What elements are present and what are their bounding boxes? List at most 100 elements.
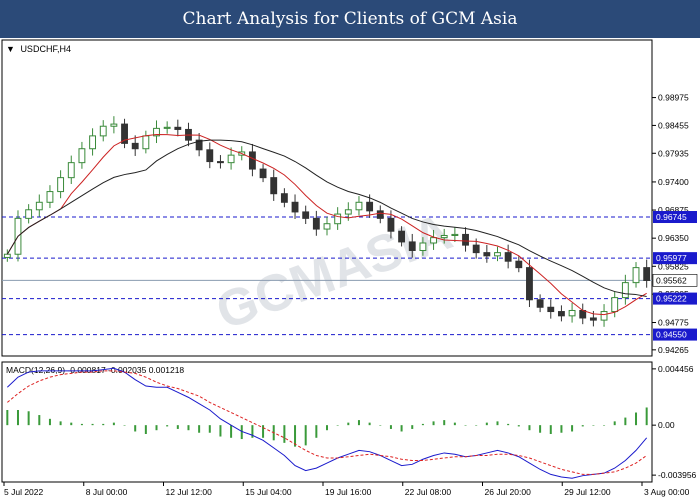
macd-hist-bar: [176, 425, 179, 429]
x-tick-label: 5 Jul 2022: [4, 487, 43, 497]
x-tick-label: 15 Jul 04:00: [245, 487, 292, 497]
level-label: 0.95222: [656, 294, 687, 304]
macd-hist-bar: [80, 423, 83, 426]
candle-body: [89, 135, 97, 150]
macd-hist-bar: [16, 410, 19, 426]
candle-body: [248, 151, 256, 170]
y-tick-label: 0.97935: [658, 148, 689, 158]
candle-body: [632, 267, 640, 284]
candle-body: [536, 299, 544, 308]
level-label: 0.96745: [656, 212, 687, 222]
x-tick-label: 29 Jul 12:00: [564, 487, 611, 497]
x-tick-label: 19 Jul 16:00: [325, 487, 372, 497]
current-price-label: 0.95562: [656, 275, 687, 285]
candle-body: [291, 201, 299, 213]
macd-hist-bar: [144, 425, 147, 434]
candle-body: [557, 311, 565, 317]
macd-hist-bar: [91, 423, 94, 426]
macd-y-tick-label: 0.00: [658, 420, 675, 430]
candle-body: [323, 223, 331, 230]
macd-hist-bar: [112, 422, 115, 426]
macd-hist-bar: [198, 425, 201, 433]
candle-body: [568, 309, 576, 317]
macd-hist-bar: [155, 425, 158, 431]
candle-body: [355, 201, 363, 211]
macd-y-tick-label: -0.003956: [658, 470, 697, 480]
macd-hist-bar: [70, 422, 73, 426]
macd-hist-bar: [347, 422, 350, 426]
macd-hist-bar: [336, 425, 339, 426]
macd-hist-bar: [208, 425, 211, 433]
candle-body: [430, 237, 437, 244]
macd-hist-bar: [166, 425, 169, 427]
macd-hist-bar: [59, 421, 62, 426]
macd-hist-bar: [102, 423, 105, 426]
candle-body: [600, 311, 608, 321]
candle-body: [472, 244, 480, 254]
macd-hist-bar: [475, 425, 478, 426]
macd-hist-bar: [304, 425, 307, 446]
macd-hist-bar: [571, 425, 574, 432]
macd-hist-bar: [48, 418, 51, 426]
y-tick-label: 0.97400: [658, 177, 689, 187]
candle-body: [3, 253, 11, 258]
candle-body: [67, 162, 75, 179]
candle-body: [526, 267, 533, 301]
macd-hist-bar: [517, 425, 520, 427]
macd-hist-bar: [368, 422, 371, 426]
candle-body: [462, 233, 469, 246]
macd-hist-bar: [581, 425, 584, 427]
macd-hist-bar: [38, 415, 41, 426]
macd-hist-bar: [262, 425, 265, 438]
candle-body: [398, 230, 406, 243]
macd-hist-bar: [421, 423, 424, 426]
candle-body: [376, 210, 384, 219]
macd-hist-bar: [592, 425, 595, 426]
collapse-icon[interactable]: ▼: [6, 44, 15, 54]
macd-hist-bar: [496, 421, 499, 426]
candle-body: [419, 242, 427, 251]
macd-hist-bar: [624, 417, 627, 426]
macd-title: MACD(12,26,9) -0.000817 -0.002035 0.0012…: [6, 365, 184, 375]
macd-hist-bar: [539, 425, 542, 433]
macd-hist-bar: [464, 425, 467, 426]
candle-body: [504, 252, 512, 262]
candle-body: [142, 135, 150, 150]
candle-body: [163, 126, 171, 129]
candle-body: [302, 211, 310, 219]
macd-hist-bar: [613, 421, 616, 426]
candle-body: [217, 161, 224, 164]
page-title: Chart Analysis for Clients of GCM Asia: [0, 0, 700, 38]
candle-body: [280, 193, 288, 203]
macd-hist-bar: [528, 425, 531, 431]
candle-body: [344, 209, 352, 215]
macd-hist-bar: [411, 425, 414, 429]
macd-hist-bar: [549, 425, 552, 434]
macd-hist-bar: [603, 425, 606, 426]
candle-body: [174, 126, 182, 130]
candle-body: [227, 154, 235, 164]
macd-hist-bar: [357, 420, 360, 426]
candle-body: [643, 267, 651, 281]
y-tick-label: 0.94775: [658, 318, 689, 328]
y-tick-label: 0.94265: [658, 345, 689, 355]
candle-body: [35, 201, 43, 211]
symbol-label: ▼ USDCHF,H4: [6, 44, 71, 54]
level-label: 0.95977: [656, 253, 687, 263]
x-tick-label: 22 Jul 08:00: [405, 487, 452, 497]
macd-hist-bar: [453, 422, 456, 426]
candle-body: [312, 217, 320, 230]
macd-hist-bar: [219, 425, 222, 437]
candle-body: [408, 241, 416, 251]
macd-y-tick-label: 0.004456: [658, 364, 694, 374]
candle-body: [270, 177, 278, 195]
macd-hist-bar: [389, 425, 392, 429]
macd-hist-bar: [230, 425, 233, 438]
macd-hist-bar: [400, 425, 403, 432]
macd-hist-bar: [485, 422, 488, 426]
candle-body: [57, 177, 65, 193]
macd-hist-bar: [507, 423, 510, 426]
candle-body: [483, 252, 491, 257]
candle-body: [440, 234, 448, 239]
level-label: 0.94550: [656, 330, 687, 340]
